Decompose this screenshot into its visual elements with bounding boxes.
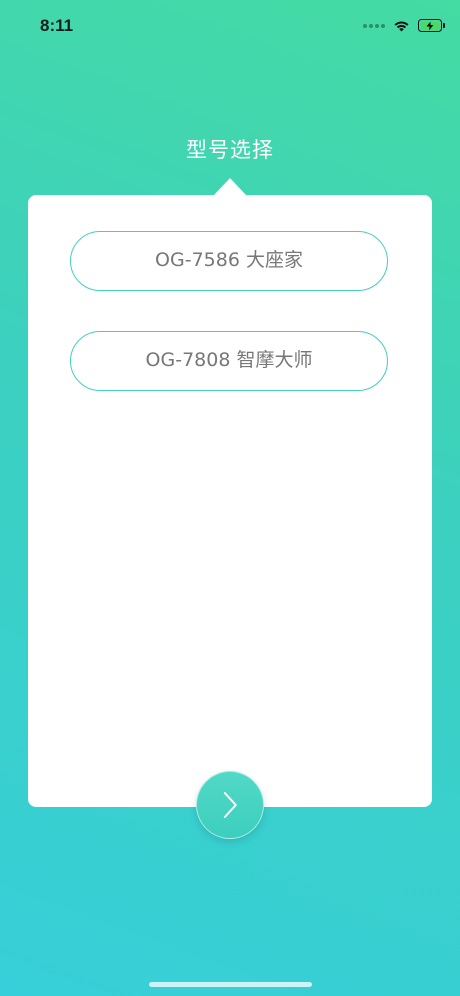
chevron-right-icon [223,792,237,818]
wifi-icon [393,20,410,32]
model-option-og-7808[interactable]: OG-7808 智摩大师 [70,331,388,391]
page-title: 型号选择 [186,138,274,162]
next-button[interactable] [196,771,264,839]
status-icons [363,19,445,32]
home-indicator[interactable] [149,982,312,987]
status-bar: 8:11 [0,0,460,54]
model-selection-panel: OG-7586 大座家 OG-7808 智摩大师 [28,195,432,807]
cellular-signal-icon [363,23,385,28]
battery-charging-icon [418,19,445,32]
panel-pointer [214,178,246,195]
model-option-og-7586[interactable]: OG-7586 大座家 [70,231,388,291]
status-time: 8:11 [40,16,74,35]
